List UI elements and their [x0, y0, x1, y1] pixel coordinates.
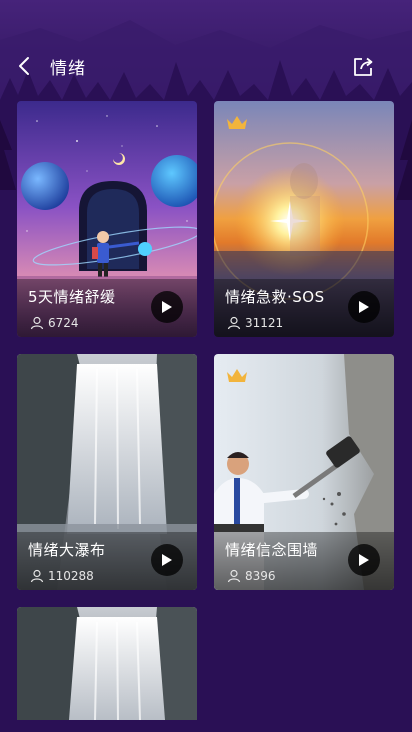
back-button[interactable]: [10, 52, 38, 80]
card-title: 情绪信念围墙: [225, 541, 319, 559]
card-title: 5天情绪舒缓: [28, 288, 116, 306]
count-value: 6724: [48, 316, 79, 330]
course-card[interactable]: 情绪信念围墙 8396: [214, 354, 394, 590]
listener-count: 31121: [227, 316, 283, 330]
play-button[interactable]: [348, 291, 380, 323]
user-icon: [30, 569, 44, 583]
count-value: 31121: [245, 316, 284, 330]
play-icon: [162, 554, 172, 566]
count-value: 110288: [48, 569, 94, 583]
listener-count: 8396: [227, 569, 276, 583]
user-icon: [227, 316, 241, 330]
share-button[interactable]: [350, 54, 376, 80]
listener-count: 110288: [30, 569, 94, 583]
user-icon: [227, 569, 241, 583]
course-card[interactable]: 5天情绪舒缓 6724: [17, 101, 197, 337]
listener-count: 6724: [30, 316, 79, 330]
play-button[interactable]: [348, 544, 380, 576]
vip-crown-icon: [227, 369, 247, 382]
chevron-left-icon: [19, 57, 29, 75]
count-value: 8396: [245, 569, 276, 583]
card-title: 情绪急救·SOS: [225, 288, 325, 306]
play-button[interactable]: [151, 544, 183, 576]
course-card[interactable]: 情绪大瀑布 110288: [17, 354, 197, 590]
user-icon: [30, 316, 44, 330]
course-card[interactable]: 情绪急救·SOS 31121: [214, 101, 394, 337]
play-icon: [359, 301, 369, 313]
play-icon: [162, 301, 172, 313]
course-card[interactable]: [17, 607, 197, 720]
card-title: 情绪大瀑布: [28, 541, 106, 559]
card-artwork: [17, 607, 197, 720]
app-header: 情绪: [0, 0, 412, 100]
play-button[interactable]: [151, 291, 183, 323]
vip-crown-icon: [227, 116, 247, 129]
share-icon: [354, 57, 373, 76]
play-icon: [359, 554, 369, 566]
page-title: 情绪: [50, 59, 86, 79]
